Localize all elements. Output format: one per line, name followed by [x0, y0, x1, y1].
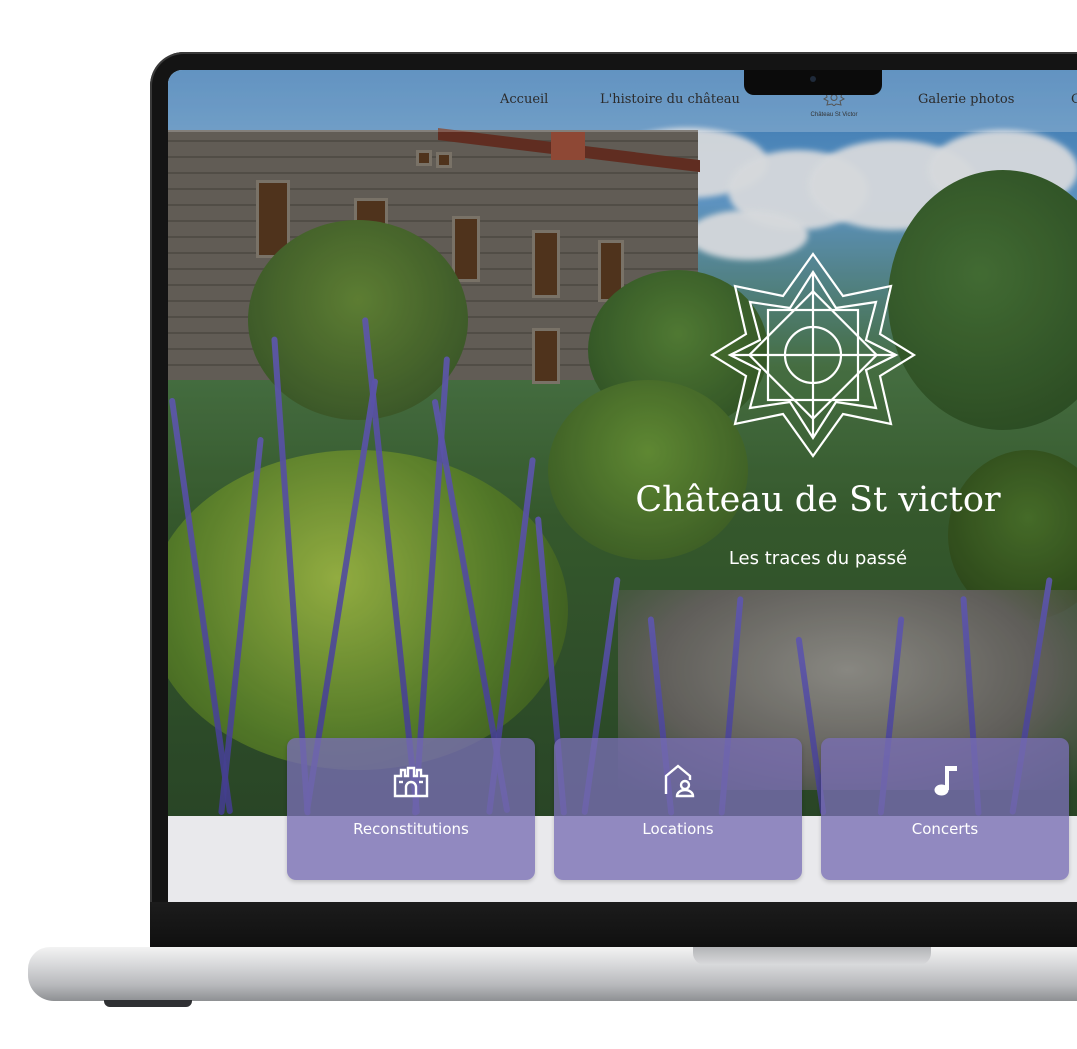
star-emblem-icon	[709, 252, 917, 458]
card-label: Reconstitutions	[353, 820, 469, 838]
laptop-bottom-bezel	[150, 902, 1077, 947]
hero-section: Château de St victor Les traces du passé	[168, 70, 1077, 816]
screen-notch	[744, 70, 882, 95]
hero-title: Château de St victor	[635, 480, 1001, 520]
trackpad-notch	[693, 947, 931, 965]
nav-item-galerie[interactable]: Galerie photos	[918, 92, 1014, 107]
card-label: Locations	[642, 820, 714, 838]
card-label: Concerts	[911, 820, 979, 838]
website-screen: Château de St victor Les traces du passé…	[168, 70, 1077, 902]
castle-icon	[393, 766, 429, 798]
nav-item-histoire[interactable]: L'histoire du château	[600, 92, 740, 107]
home-person-icon	[664, 764, 695, 798]
logo-text: Château St Victor	[810, 112, 858, 118]
music-note-icon	[934, 766, 957, 796]
card-locations[interactable]: Locations	[554, 738, 802, 880]
card-reconstitutions[interactable]: Reconstitutions	[287, 738, 535, 880]
top-navigation: Accueil L'histoire du château Château St…	[168, 70, 1077, 132]
nav-item-partial[interactable]: C	[1071, 92, 1077, 107]
card-concerts[interactable]: Concerts	[821, 738, 1069, 880]
hero-subtitle: Les traces du passé	[728, 548, 908, 569]
laptop-foot	[104, 1000, 192, 1007]
camera-icon	[810, 76, 816, 82]
nav-item-accueil[interactable]: Accueil	[500, 92, 548, 107]
